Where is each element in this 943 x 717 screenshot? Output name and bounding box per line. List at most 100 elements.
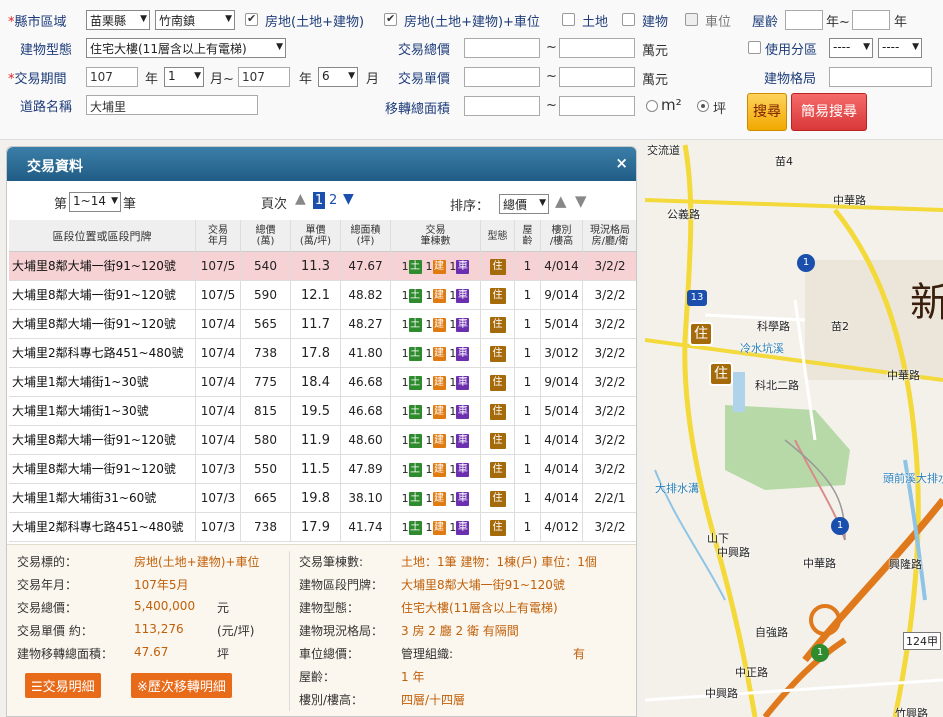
cell-floor: 3/012: [540, 339, 582, 368]
age-to-input[interactable]: [852, 10, 890, 30]
cell-total: 540: [240, 252, 290, 281]
land-tag-icon: 土: [408, 259, 422, 274]
period-from-year-input[interactable]: 107: [86, 67, 138, 87]
building-tag-icon: 建: [432, 520, 446, 535]
map-label: 冷水坑溪: [740, 342, 784, 355]
tilde: ~: [546, 69, 557, 84]
cell-layout: 3/2/2: [582, 252, 636, 281]
area-to-input[interactable]: [559, 96, 635, 116]
cell-floor: 9/014: [540, 368, 582, 397]
zoning-select-1[interactable]: ----: [829, 38, 873, 58]
cell-layout: 3/2/2: [582, 368, 636, 397]
zoning-check[interactable]: [748, 41, 761, 54]
cell-area: 48.60: [340, 426, 390, 455]
age-sep: 年~: [826, 15, 850, 30]
table-row[interactable]: 大埔里1鄰大埔街1~30號 107/4 815 19.5 46.68 1 土 1建 1車住1…: [9, 397, 636, 426]
sort-asc-icon[interactable]: ▲: [555, 192, 567, 210]
page-prefix: 第: [54, 197, 68, 212]
table-row[interactable]: 大埔里2鄰科專七路451~480號 107/4 738 17.8 41.80 1 土 1建 …: [9, 339, 636, 368]
col-count[interactable]: 交易 筆棟數: [390, 220, 480, 252]
cell-address: 大埔里8鄰大埔一街91~120號: [12, 462, 176, 476]
check-land-building[interactable]: [245, 12, 258, 26]
check-land-building-parking[interactable]: [384, 12, 397, 26]
period-to-year-input[interactable]: 107: [238, 67, 290, 87]
area-from-input[interactable]: [464, 96, 540, 116]
table-row[interactable]: 大埔里1鄰大埔街31~60號 107/3 665 19.8 38.10 1 土 1建 1車住…: [9, 484, 636, 513]
county-select[interactable]: 苗栗縣: [86, 10, 150, 30]
page-2-link[interactable]: 2: [329, 193, 337, 208]
sort-desc-icon[interactable]: ▼: [575, 192, 587, 210]
unit-label: 萬元: [642, 44, 669, 59]
table-row[interactable]: 大埔里8鄰大埔一街91~120號 107/5 540 11.3 47.67 1 土 1建 1…: [9, 252, 636, 281]
cell-age: 1: [514, 310, 540, 339]
parking-tag-icon: 車: [456, 520, 470, 535]
col-unit[interactable]: 單價 (萬/坪): [290, 220, 340, 252]
total-price-to-input[interactable]: [559, 38, 635, 58]
cell-unit: 12.1: [290, 281, 340, 310]
detail-label: 交易總價：: [17, 601, 78, 615]
road-input[interactable]: 大埔里: [86, 95, 258, 115]
table-row[interactable]: 大埔里2鄰科專七路451~480號 107/3 738 17.9 41.74 1 土 1建 …: [9, 513, 636, 542]
check-parking[interactable]: [685, 13, 698, 26]
parking-tag-icon: 車: [456, 346, 470, 361]
map-view[interactable]: 公義路 中華路 苗4 科學路 苗2 科北二路 冷水坑溪 中華路 大排水溝 中興路…: [645, 140, 943, 717]
table-row[interactable]: 大埔里8鄰大埔一街91~120號 107/4 580 11.9 48.60 1 土 1建 1…: [9, 426, 636, 455]
col-total[interactable]: 總價 (萬): [240, 220, 290, 252]
transaction-detail-button[interactable]: ☰交易明細: [25, 673, 101, 698]
page-range-select[interactable]: 1~14: [69, 192, 121, 212]
land-tag-icon: 土: [408, 433, 422, 448]
period-to-month-select[interactable]: 6: [318, 67, 358, 87]
town-select[interactable]: 竹南鎮: [155, 10, 235, 30]
table-row[interactable]: 大埔里8鄰大埔一街91~120號 107/4 565 11.7 48.27 1 土 1建 1…: [9, 310, 636, 339]
month-unit: 月: [366, 72, 380, 87]
period-from-month-select[interactable]: 1: [164, 67, 204, 87]
age-from-input[interactable]: [785, 10, 823, 30]
table-row[interactable]: 大埔里8鄰大埔一街91~120號 107/3 550 11.5 47.89 1 土 1建 1…: [9, 455, 636, 484]
property-marker-icon[interactable]: 住: [689, 322, 713, 346]
cell-count: 1土 1建 1車: [390, 339, 480, 368]
cell-type: 住: [480, 397, 514, 426]
check-building[interactable]: [622, 13, 635, 26]
sort-select[interactable]: 總價: [499, 194, 549, 214]
unit-price-to-input[interactable]: [559, 67, 635, 87]
map-label: 科學路: [757, 320, 790, 333]
parking-tag-icon: 車: [456, 375, 470, 390]
page-1-link[interactable]: 1: [313, 192, 325, 209]
simple-search-button[interactable]: 簡易搜尋: [791, 93, 867, 131]
prev-page-icon[interactable]: ▲: [295, 191, 306, 207]
month-sep: 月~: [210, 72, 234, 87]
col-area[interactable]: 總面積 (坪): [340, 220, 390, 252]
cell-type: 住: [480, 339, 514, 368]
cell-type: 住: [480, 513, 514, 542]
area-label: 移轉總面積: [385, 102, 451, 117]
cell-count: 1土 1建 1車: [390, 252, 480, 281]
year-unit: 年: [299, 72, 313, 87]
property-marker-icon[interactable]: 住: [709, 362, 733, 386]
col-floor[interactable]: 樓別/樓高: [540, 220, 582, 252]
transfer-history-button[interactable]: ※歷次移轉明細: [131, 673, 232, 698]
col-age[interactable]: 屋齡: [514, 220, 540, 252]
zoning-select-2[interactable]: ----: [878, 38, 922, 58]
building-type-select[interactable]: 住宅大樓(11層含以上有電梯): [86, 38, 286, 58]
col-type[interactable]: 型態: [480, 220, 514, 252]
residential-icon: 住: [489, 490, 506, 507]
check-land[interactable]: [562, 13, 575, 26]
cell-total: 738: [240, 513, 290, 542]
search-button[interactable]: 搜尋: [747, 93, 787, 131]
layout-input[interactable]: [829, 67, 932, 87]
col-ym[interactable]: 交易 年月: [195, 220, 240, 252]
unit-ping-radio[interactable]: [697, 100, 709, 112]
unit-price-from-input[interactable]: [464, 67, 540, 87]
col-address[interactable]: 區段位置或區段門牌: [9, 220, 195, 252]
col-layout[interactable]: 現況格局 房/廳/衛: [582, 220, 636, 252]
next-page-icon[interactable]: ▼: [343, 191, 354, 207]
cell-total: 775: [240, 368, 290, 397]
table-row[interactable]: 大埔里1鄰大埔街1~30號 107/4 775 18.4 46.68 1 土 1建 1車住1…: [9, 368, 636, 397]
detail-value: 大埔里8鄰大埔一街91~120號: [401, 578, 565, 592]
detail-label: 建物現況格局：: [299, 624, 384, 638]
unit-m2-radio[interactable]: [646, 100, 658, 112]
detail-value: 107年5月: [134, 578, 189, 592]
close-icon[interactable]: ×: [615, 154, 628, 172]
total-price-from-input[interactable]: [464, 38, 540, 58]
table-row[interactable]: 大埔里8鄰大埔一街91~120號 107/5 590 12.1 48.82 1 土 1建 1…: [9, 281, 636, 310]
